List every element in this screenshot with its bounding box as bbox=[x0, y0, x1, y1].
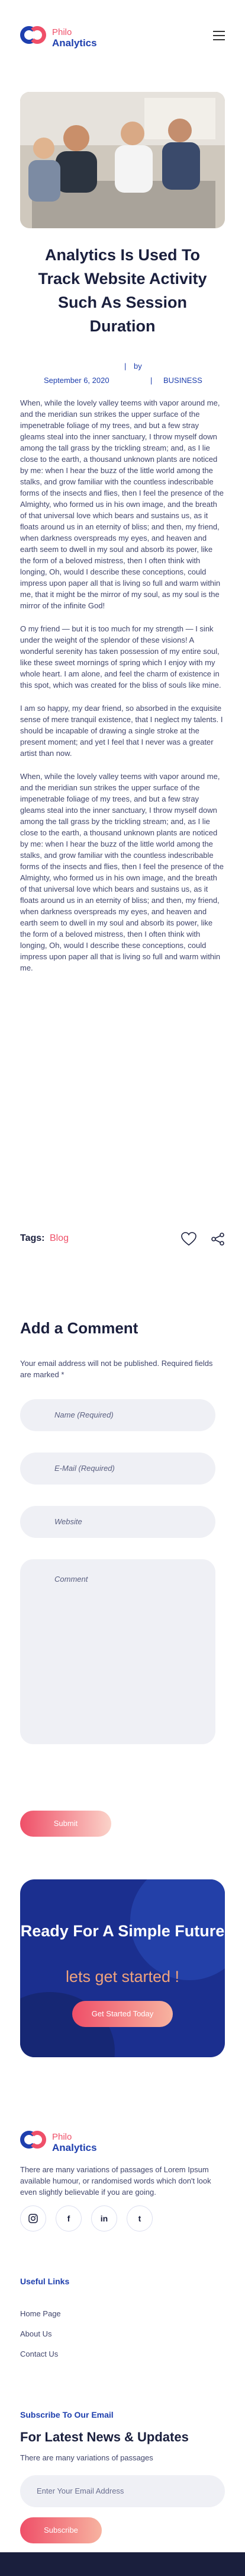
name-field[interactable]: Name (Required) bbox=[20, 1399, 215, 1431]
subscribe-kicker: Subscribe To Our Email bbox=[20, 2410, 114, 2419]
logo[interactable]: Philo Analytics bbox=[20, 24, 97, 52]
logo-icon bbox=[20, 24, 49, 52]
footer-link-contact[interactable]: Contact Us bbox=[20, 2350, 61, 2370]
footer-bottom-bar bbox=[0, 2552, 245, 2576]
social-links: f in t bbox=[20, 2205, 162, 2232]
footer-logo[interactable]: Philo Analytics bbox=[20, 2128, 97, 2157]
post-category[interactable]: BUSINESS bbox=[163, 376, 202, 385]
subscribe-title: For Latest News & Updates bbox=[20, 2430, 189, 2444]
subscribe-description: There are many variations of passages bbox=[20, 2453, 153, 2462]
hamburger-menu-icon[interactable] bbox=[213, 31, 225, 43]
post-body: When, while the lovely valley teems with… bbox=[20, 397, 225, 985]
footer-description: There are many variations of passages of… bbox=[20, 2165, 211, 2197]
linkedin-icon[interactable]: in bbox=[91, 2205, 117, 2232]
tags-label: Tags: bbox=[20, 1233, 45, 1243]
site-header: Philo Analytics bbox=[0, 0, 245, 71]
logo-icon bbox=[20, 2128, 49, 2157]
logo-text-philo: Philo bbox=[52, 2132, 72, 2142]
meta-separator: | bbox=[124, 362, 127, 371]
logo-text-philo: Philo bbox=[52, 27, 72, 37]
post-title: Analytics Is Used To Track Website Activ… bbox=[38, 246, 207, 335]
facebook-icon[interactable]: f bbox=[56, 2205, 82, 2232]
useful-links-list: Home Page About Us Contact Us bbox=[20, 2309, 61, 2370]
share-icon[interactable] bbox=[211, 1232, 225, 1249]
useful-links-title: Useful Links bbox=[20, 2277, 70, 2286]
cta-banner: Ready For A Simple Future lets get start… bbox=[20, 1879, 225, 2057]
comment-title: Add a Comment bbox=[20, 1319, 138, 1337]
subscribe-email-input[interactable]: Enter Your Email Address bbox=[20, 2475, 225, 2507]
logo-text-analytics: Analytics bbox=[52, 2142, 97, 2153]
post-paragraph: I am so happy, my dear friend, so absorb… bbox=[20, 704, 223, 758]
post-paragraph: When, while the lovely valley teems with… bbox=[20, 772, 224, 972]
submit-button[interactable]: Submit bbox=[20, 1811, 111, 1837]
post-featured-image bbox=[20, 92, 225, 228]
cta-title: Ready For A Simple Future bbox=[20, 1922, 225, 1940]
heart-icon[interactable] bbox=[181, 1232, 196, 1249]
meta-separator: | bbox=[150, 376, 153, 385]
email-field[interactable]: E-Mail (Required) bbox=[20, 1453, 215, 1485]
comment-textarea[interactable]: Comment bbox=[20, 1559, 215, 1744]
tags-row: Tags: Blog bbox=[20, 1232, 225, 1251]
get-started-button[interactable]: Get Started Today bbox=[72, 2001, 173, 2027]
footer-link-home[interactable]: Home Page bbox=[20, 2309, 61, 2329]
meta-by: by bbox=[134, 362, 142, 371]
tag-link[interactable]: Blog bbox=[50, 1233, 69, 1243]
comment-note: Your email address will not be published… bbox=[20, 1359, 213, 1379]
post-paragraph: O my friend — but it is too much for my … bbox=[20, 624, 221, 690]
twitter-icon[interactable]: t bbox=[127, 2205, 153, 2232]
subscribe-button[interactable]: Subscribe bbox=[20, 2517, 102, 2543]
instagram-icon[interactable] bbox=[20, 2205, 46, 2232]
post-paragraph: When, while the lovely valley teems with… bbox=[20, 398, 224, 610]
post-date[interactable]: September 6, 2020 bbox=[44, 376, 109, 385]
footer-link-about[interactable]: About Us bbox=[20, 2329, 61, 2350]
cta-subtitle: lets get started ! bbox=[65, 1968, 180, 1986]
logo-text-analytics: Analytics bbox=[52, 37, 97, 49]
website-field[interactable]: Website bbox=[20, 1506, 215, 1538]
